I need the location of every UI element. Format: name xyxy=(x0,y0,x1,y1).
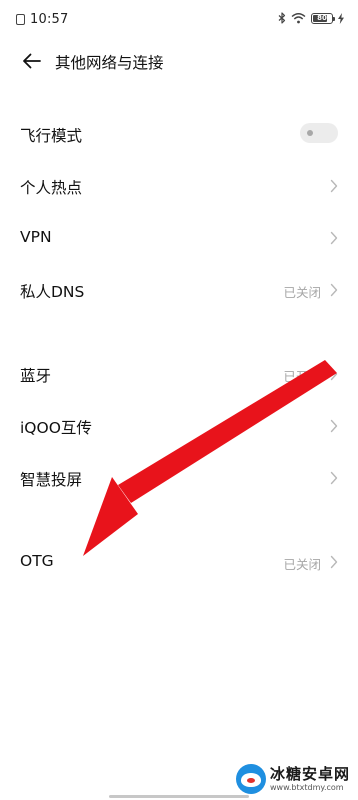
row-value: 已开启 xyxy=(283,369,321,384)
home-indicator[interactable] xyxy=(109,795,249,798)
watermark-url: www.btxtdmy.com xyxy=(269,782,344,792)
status-bar: 10:57 80 xyxy=(0,0,358,40)
battery-nub xyxy=(333,16,335,21)
page-title: 其他网络与连接 xyxy=(55,54,164,72)
airplane-mode-row[interactable]: 飞行模式 xyxy=(0,108,358,160)
row-label: 蓝牙 xyxy=(20,367,52,385)
chevron-right-icon xyxy=(330,471,338,485)
toggle-knob xyxy=(307,130,313,136)
notification-app-icon xyxy=(16,14,25,25)
otg-row[interactable]: OTG 已关闭 xyxy=(0,536,358,588)
smart-cast-row[interactable]: 智慧投屏 xyxy=(0,452,358,504)
bluetooth-icon xyxy=(278,12,286,24)
vpn-row[interactable]: VPN xyxy=(0,212,358,264)
personal-hotspot-row[interactable]: 个人热点 xyxy=(0,160,358,212)
status-time: 10:57 xyxy=(30,12,69,27)
row-label: iQOO互传 xyxy=(20,419,92,437)
chevron-right-icon xyxy=(330,283,338,297)
site-watermark: 冰糖安卓网 www.btxtdmy.com xyxy=(235,764,350,794)
chevron-right-icon xyxy=(330,367,338,381)
row-label: 飞行模式 xyxy=(20,127,83,145)
row-value: 已关闭 xyxy=(283,285,321,300)
row-label: VPN xyxy=(20,228,52,246)
chevron-right-icon xyxy=(330,231,338,245)
settings-screen: 10:57 80 其他网络与连接 飞行模式 个人热点 VPN 私人DNS 已关闭… xyxy=(0,0,358,800)
row-value: 已关闭 xyxy=(283,557,321,572)
chevron-right-icon xyxy=(330,419,338,433)
status-right: 80 xyxy=(278,12,344,24)
wifi-icon xyxy=(291,13,306,24)
watermark-text: 冰糖安卓网 www.btxtdmy.com xyxy=(269,764,350,792)
watermark-logo-icon xyxy=(235,764,266,794)
row-label: 智慧投屏 xyxy=(20,471,83,489)
status-left: 10:57 xyxy=(16,12,68,27)
page-header: 其他网络与连接 xyxy=(0,40,358,82)
watermark-name: 冰糖安卓网 xyxy=(269,764,350,783)
bluetooth-row[interactable]: 蓝牙 已开启 xyxy=(0,348,358,400)
back-arrow-icon[interactable] xyxy=(20,49,44,73)
battery-level: 80 xyxy=(317,13,327,22)
iqoo-share-row[interactable]: iQOO互传 xyxy=(0,400,358,452)
private-dns-row[interactable]: 私人DNS 已关闭 xyxy=(0,264,358,316)
row-label: 私人DNS xyxy=(20,283,85,301)
row-label: OTG xyxy=(20,552,54,570)
row-label: 个人热点 xyxy=(20,179,83,197)
charging-bolt-icon xyxy=(338,12,344,24)
chevron-right-icon xyxy=(330,179,338,193)
battery-icon: 80 xyxy=(311,12,335,24)
chevron-right-icon xyxy=(330,555,338,569)
airplane-mode-toggle[interactable] xyxy=(300,123,338,143)
